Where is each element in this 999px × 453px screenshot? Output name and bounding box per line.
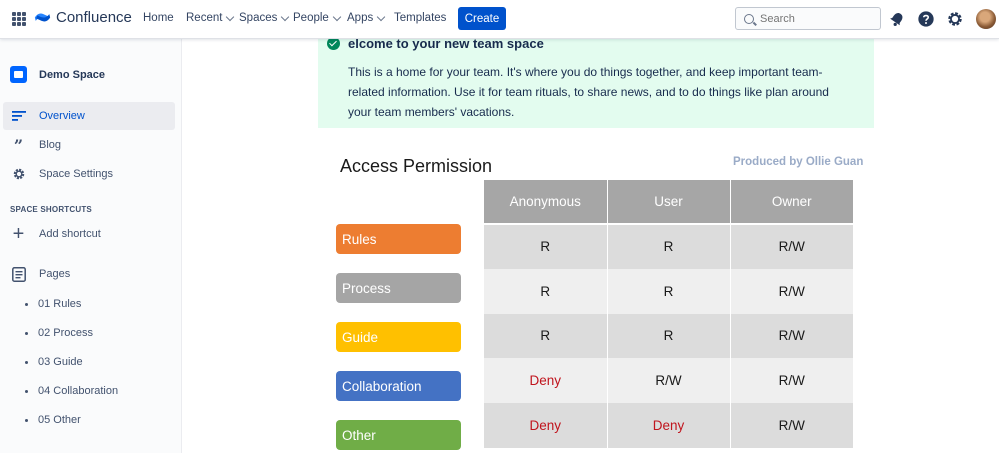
nav-recent-label: Recent — [186, 12, 223, 24]
nav-spaces-label: Spaces — [239, 12, 278, 24]
sidebar-item-blog[interactable]: ” Blog — [3, 131, 175, 159]
column-header: Anonymous — [484, 180, 608, 225]
overview-icon — [11, 109, 26, 124]
chevron-down-icon — [332, 12, 342, 21]
bullet-icon — [25, 418, 28, 422]
role-label-other: Other — [336, 420, 461, 450]
page-item-label: 02 Process — [38, 327, 94, 339]
role-label-rules: Rules — [336, 224, 461, 254]
produced-by-label: Produced by Ollie Guan — [733, 156, 864, 168]
permission-cell: Deny — [607, 403, 731, 448]
column-header: User — [607, 180, 731, 225]
page-item-label: 04 Collaboration — [38, 385, 119, 397]
sidebar-item-label: Space Settings — [39, 168, 113, 180]
bullet-icon — [25, 360, 28, 364]
table-row: R R R/W — [484, 224, 853, 269]
sidebar-item-pages[interactable]: Pages — [3, 260, 175, 288]
bullet-icon — [25, 302, 28, 306]
app-switcher-icon[interactable] — [12, 12, 26, 26]
pages-icon — [11, 266, 26, 282]
table-row: Deny Deny R/W — [484, 403, 853, 448]
permission-cell: R — [484, 268, 608, 314]
permission-cell: R/W — [730, 224, 853, 269]
table-header-row: Anonymous User Owner — [484, 180, 853, 225]
nav-recent[interactable]: Recent — [186, 12, 235, 24]
role-label-process: Process — [336, 273, 461, 303]
help-icon[interactable] — [917, 10, 935, 28]
sidebar-item-label: Overview — [39, 110, 85, 122]
search-input[interactable] — [760, 12, 870, 25]
nav-templates-label: Templates — [394, 12, 447, 24]
confluence-logo[interactable]: Confluence — [34, 9, 132, 26]
space-header[interactable]: Demo Space — [10, 66, 105, 83]
sidebar: Demo Space Overview ” Blog Space Setting… — [0, 39, 182, 453]
permission-cell: R — [484, 224, 608, 269]
page-item-label: 03 Guide — [38, 356, 83, 368]
create-button[interactable]: Create — [458, 7, 506, 30]
nav-people-label: People — [293, 12, 329, 24]
page-item[interactable]: 02 Process — [25, 327, 93, 339]
sidebar-item-label: Blog — [39, 139, 62, 151]
user-avatar[interactable] — [976, 9, 996, 29]
brand-name: Confluence — [56, 9, 132, 26]
permission-cell: Deny — [484, 358, 608, 404]
space-shortcuts-heading: SPACE SHORTCUTS — [10, 205, 92, 214]
pages-label: Pages — [39, 268, 71, 280]
chevron-down-icon — [281, 12, 290, 21]
gear-icon — [11, 167, 26, 182]
permission-cell: Deny — [484, 403, 608, 448]
nav-apps-label: Apps — [347, 12, 374, 24]
role-label-collaboration: Collaboration — [336, 371, 461, 401]
permission-cell: R/W — [730, 403, 853, 448]
permission-cell: R — [484, 313, 608, 359]
page-item[interactable]: 05 Other — [25, 414, 81, 426]
space-name: Demo Space — [39, 68, 106, 81]
page-item-label: 05 Other — [38, 414, 81, 426]
search-icon — [744, 13, 754, 24]
bullet-icon — [25, 331, 28, 335]
quote-icon: ” — [13, 135, 24, 155]
table-row: R R R/W — [484, 313, 853, 359]
table-row: Deny R/W R/W — [484, 358, 853, 404]
add-shortcut-label: Add shortcut — [39, 228, 101, 240]
bullet-icon — [25, 389, 28, 393]
plus-icon: + — [12, 222, 25, 245]
nav-home[interactable]: Home — [143, 12, 174, 24]
search-box[interactable] — [735, 7, 881, 30]
nav-apps[interactable]: Apps — [347, 12, 386, 24]
permission-cell: R/W — [607, 358, 731, 404]
space-icon — [10, 66, 27, 83]
permission-cell: R — [607, 224, 731, 269]
column-header: Owner — [730, 180, 853, 225]
chevron-down-icon — [226, 12, 235, 21]
permission-table: Anonymous User Owner R R R/W R R R/W R R… — [484, 180, 853, 448]
page-item[interactable]: 03 Guide — [25, 356, 83, 368]
notification-bell-icon[interactable] — [888, 10, 906, 28]
add-shortcut-button[interactable]: + Add shortcut — [3, 220, 175, 248]
welcome-body: This is a home for your team. It's where… — [348, 65, 829, 119]
permission-cell: R/W — [730, 313, 853, 359]
permission-cell: R — [607, 313, 731, 359]
permission-cell: R — [607, 268, 731, 314]
nav-spaces[interactable]: Spaces — [239, 12, 290, 24]
nav-people[interactable]: People — [293, 12, 342, 24]
role-label-guide: Guide — [336, 322, 461, 352]
top-navigation: Confluence Home Recent Spaces People App… — [0, 0, 999, 39]
sidebar-item-space-settings[interactable]: Space Settings — [3, 160, 175, 188]
permission-cell: R/W — [730, 358, 853, 404]
table-row: R R R/W — [484, 268, 853, 314]
nav-home-label: Home — [143, 12, 174, 24]
settings-gear-icon[interactable] — [946, 10, 964, 28]
access-permission-title: Access Permission — [340, 156, 493, 176]
page-item-label: 01 Rules — [38, 298, 82, 310]
confluence-logo-icon — [34, 13, 51, 22]
page-item[interactable]: 01 Rules — [25, 298, 81, 310]
nav-templates[interactable]: Templates — [394, 12, 446, 24]
page-item[interactable]: 04 Collaboration — [25, 385, 118, 397]
chevron-down-icon — [376, 12, 386, 21]
permission-cell: R/W — [730, 268, 853, 314]
sidebar-item-overview[interactable]: Overview — [3, 102, 175, 130]
